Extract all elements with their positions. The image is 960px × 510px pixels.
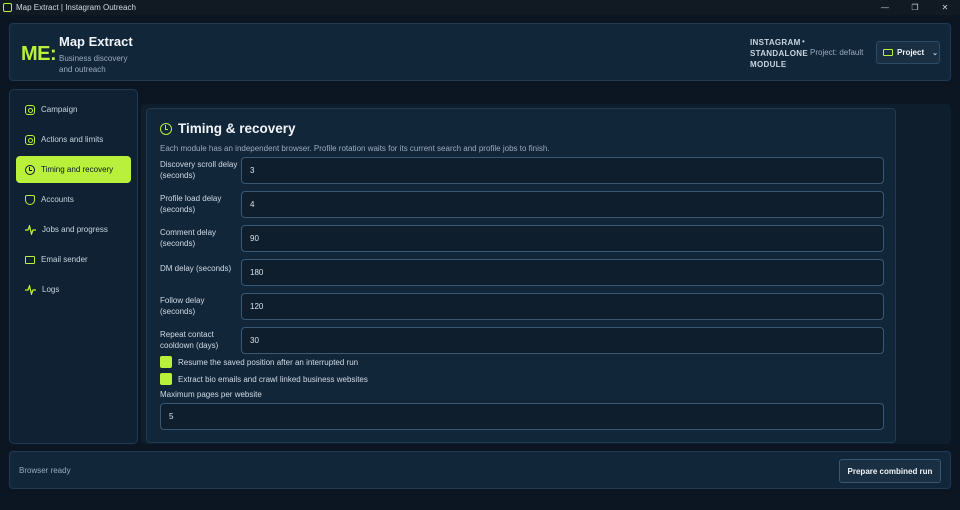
sidebar-item-accounts[interactable]: Accounts [16, 186, 131, 213]
project-button[interactable]: Project ⌄ [876, 41, 940, 64]
checkbox-label: Extract bio emails and crawl linked busi… [178, 374, 368, 384]
dm-delay-input[interactable]: 180 [241, 259, 884, 286]
field-label: Comment delay (seconds) [160, 228, 217, 248]
sidebar-item-label: Actions and limits [41, 135, 104, 144]
pulse-icon [25, 284, 36, 295]
project-button-label: Project [897, 48, 925, 57]
mail-icon [25, 255, 35, 264]
checkbox[interactable] [160, 356, 172, 368]
separator-dot: • [802, 37, 805, 46]
card-description: Each module has an independent browser. … [160, 144, 550, 153]
sidebar-item-actions[interactable]: Actions and limits [16, 126, 131, 153]
maximize-button[interactable]: ❐ [900, 0, 930, 15]
folder-icon [883, 49, 893, 56]
timing-card: Timing & recovery Each module has an ind… [146, 108, 896, 443]
chevron-down-icon: ⌄ [932, 49, 938, 57]
profile-load-delay-input[interactable]: 4 [241, 191, 884, 218]
status-bar: Browser ready Prepare combined run [9, 451, 951, 489]
discovery-scroll-delay-input[interactable]: 3 [241, 157, 884, 184]
logo: ME: [21, 43, 57, 65]
max-pages-label: Maximum pages per website [160, 390, 262, 399]
window-titlebar: Map Extract | Instagram Outreach — ❐ ✕ [0, 0, 960, 15]
clock-icon [25, 164, 35, 175]
clock-icon [160, 122, 172, 135]
sidebar: Campaign Actions and limits Timing and r… [9, 89, 138, 444]
sidebar-item-label: Logs [42, 285, 60, 294]
sidebar-item-logs[interactable]: Logs [16, 276, 131, 303]
sidebar-item-email[interactable]: Email sender [16, 246, 131, 273]
field-label: Profile load delay (seconds) [160, 194, 222, 214]
app-title: Map Extract [59, 34, 133, 49]
repeat-contact-cooldown-input[interactable]: 30 [241, 327, 884, 354]
module-label: INSTAGRAM STANDALONE MODULE [750, 38, 808, 69]
extract-emails-checkbox-row[interactable]: Extract bio emails and crawl linked busi… [160, 373, 368, 385]
card-header: Timing & recovery [160, 121, 296, 136]
close-button[interactable]: ✕ [930, 0, 960, 15]
sidebar-item-campaign[interactable]: Campaign [16, 96, 131, 123]
sidebar-item-label: Campaign [41, 105, 78, 114]
app-header: ME: Map Extract Business discovery and o… [9, 23, 951, 81]
project-status: Project: default [810, 48, 864, 57]
checkbox[interactable] [160, 373, 172, 385]
sidebar-item-label: Email sender [41, 255, 88, 264]
field-label: DM delay (seconds) [160, 264, 232, 273]
sidebar-item-label: Jobs and progress [42, 225, 108, 234]
sidebar-item-timing[interactable]: Timing and recovery [16, 156, 131, 183]
field-label: Follow delay (seconds) [160, 296, 205, 316]
instagram-icon [25, 104, 35, 115]
follow-delay-input[interactable]: 120 [241, 293, 884, 320]
sidebar-item-label: Accounts [41, 195, 74, 204]
checkbox-label: Resume the saved position after an inter… [178, 357, 359, 367]
field-label: Repeat contact cooldown (days) [160, 330, 219, 350]
shield-check-icon [25, 194, 35, 205]
status-text: Browser ready [19, 466, 71, 475]
max-pages-input[interactable]: 5 [160, 403, 884, 430]
app-icon [3, 3, 12, 12]
window-controls: — ❐ ✕ [870, 0, 960, 15]
pulse-icon [25, 224, 36, 235]
sidebar-item-label: Timing and recovery [41, 165, 114, 174]
resume-checkbox-row[interactable]: Resume the saved position after an inter… [160, 356, 358, 368]
sidebar-item-jobs[interactable]: Jobs and progress [16, 216, 131, 243]
app-subtitle: Business discovery and outreach [59, 54, 128, 74]
card-title: Timing & recovery [178, 121, 296, 136]
instagram-icon [25, 134, 35, 145]
field-label: Discovery scroll delay (seconds) [160, 160, 238, 180]
comment-delay-input[interactable]: 90 [241, 225, 884, 252]
window-title: Map Extract | Instagram Outreach [16, 3, 136, 12]
minimize-button[interactable]: — [870, 0, 900, 15]
prepare-run-button[interactable]: Prepare combined run [839, 459, 941, 483]
